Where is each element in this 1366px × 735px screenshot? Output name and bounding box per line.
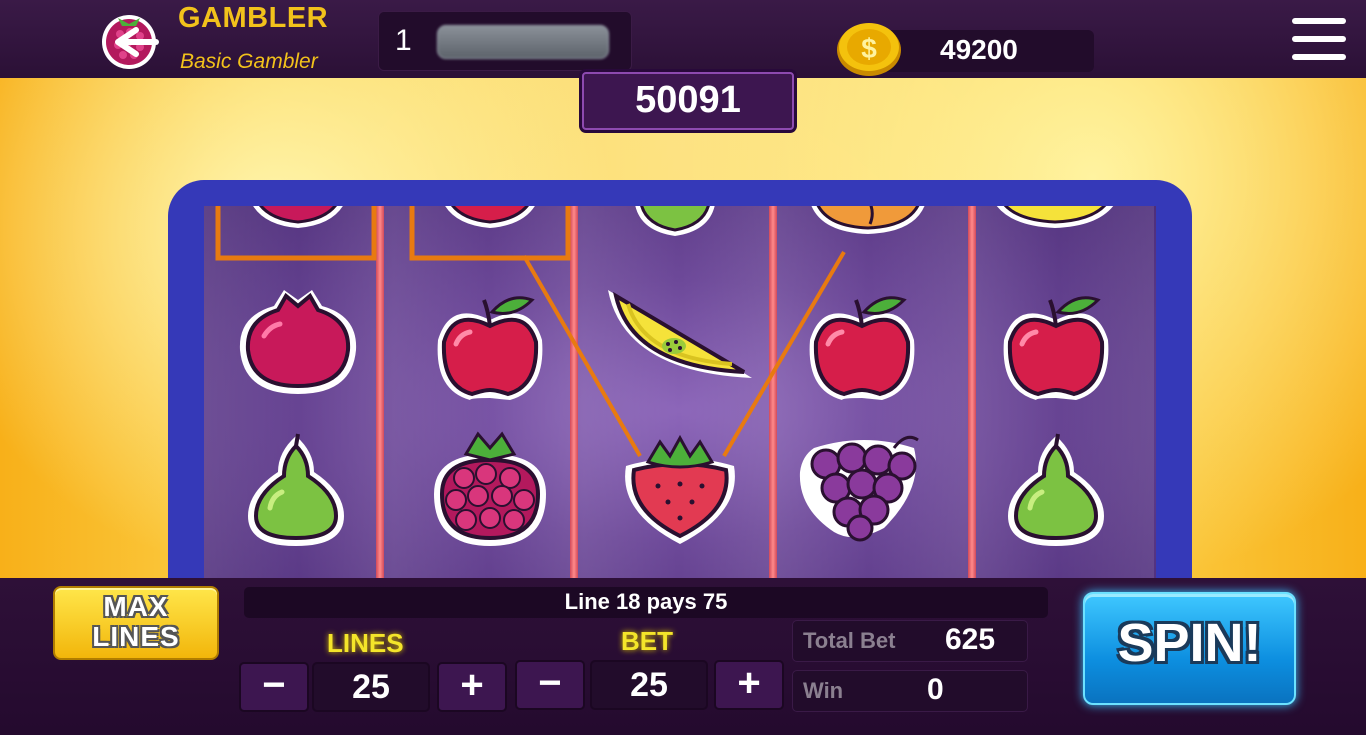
lines-increase-button[interactable]: + <box>437 662 507 712</box>
reel-window <box>204 206 1156 578</box>
lines-value: 25 <box>312 662 430 712</box>
top-bar: GAMBLER Basic Gambler 1 $ 49200 <box>0 0 1366 80</box>
coin-icon: $ <box>835 20 901 76</box>
hamburger-menu-icon[interactable] <box>1292 16 1346 62</box>
max-lines-button[interactable]: MAX LINES <box>53 586 219 660</box>
total-bet-panel: Total Bet 625 <box>792 620 1028 662</box>
brand-title: GAMBLER <box>178 2 329 34</box>
win-line <box>215 206 846 458</box>
bet-increase-button[interactable]: + <box>714 660 784 710</box>
win-panel: Win 0 <box>792 670 1028 712</box>
max-lines-label-bottom: LINES <box>92 621 180 652</box>
xp-progress-bar <box>437 25 609 59</box>
bet-decrease-button[interactable]: − <box>515 660 585 710</box>
total-bet-value: 625 <box>945 623 996 656</box>
win-message: Line 18 pays 75 <box>244 587 1048 618</box>
bet-value: 25 <box>590 660 708 710</box>
bet-label: BET <box>621 626 673 656</box>
player-level: 1 <box>395 24 412 57</box>
lines-decrease-button[interactable]: − <box>239 662 309 712</box>
max-lines-label-top: MAX <box>103 591 169 622</box>
player-rank: Basic Gambler <box>180 50 318 73</box>
spin-button-label: SPIN! <box>1117 613 1262 673</box>
coin-balance: 49200 <box>940 34 1018 65</box>
spin-button[interactable]: SPIN! <box>1083 592 1296 705</box>
back-raspberry-logo-icon[interactable] <box>96 6 162 70</box>
svg-text:$: $ <box>861 33 877 64</box>
win-value: 0 <box>927 673 944 706</box>
level-panel: 1 <box>378 11 632 71</box>
lines-label: LINES <box>327 628 404 658</box>
win-label: Win <box>803 678 844 703</box>
jackpot-counter: 50091 <box>582 72 794 130</box>
total-bet-label: Total Bet <box>803 628 896 653</box>
